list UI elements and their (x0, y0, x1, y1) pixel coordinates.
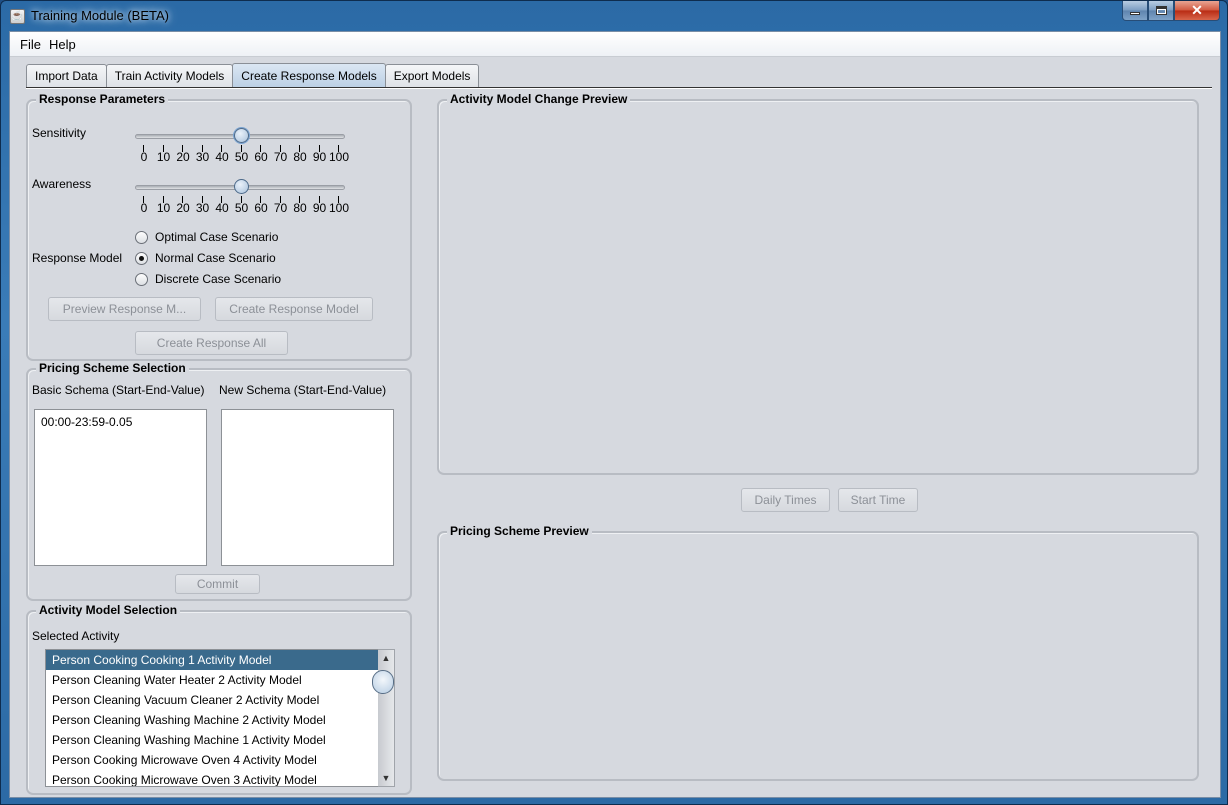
basic-schema-list[interactable]: 00:00-23:59-0.05 (34, 409, 207, 566)
radio-button[interactable] (135, 272, 148, 286)
list-item[interactable]: Person Cleaning Washing Machine 2 Activi… (46, 710, 393, 730)
slider-tick-label: 60 (254, 201, 268, 215)
slider-tick-label: 40 (215, 201, 229, 215)
menu-help[interactable]: Help (49, 37, 76, 52)
slider-tick-label: 0 (140, 150, 148, 164)
list-item[interactable]: Person Cooking Microwave Oven 3 Activity… (46, 770, 393, 786)
radio-button[interactable] (135, 230, 148, 244)
app-window: ☕ Training Module (BETA) ✕ File Help Imp… (0, 0, 1228, 805)
radio-optimal[interactable]: Optimal Case Scenario (135, 230, 278, 244)
tab-divider (26, 87, 1212, 89)
pricing-scheme-title: Pricing Scheme Selection (36, 361, 189, 375)
slider-tick-label: 30 (195, 201, 210, 215)
slider-tick-label: 20 (176, 201, 190, 215)
close-icon: ✕ (1191, 2, 1203, 18)
slider-thumb[interactable] (233, 128, 249, 143)
slider-tick-label: 90 (312, 150, 327, 164)
slider-tick-label: 100 (328, 150, 350, 164)
activity-change-preview-title: Activity Model Change Preview (447, 92, 631, 106)
tab-create-response-models[interactable]: Create Response Models (232, 63, 386, 87)
radio-discrete[interactable]: Discrete Case Scenario (135, 272, 281, 286)
awareness-slider[interactable]: 0 10 20 30 40 50 60 70 80 90 100 (135, 179, 350, 223)
radio-label: Normal Case Scenario (155, 251, 276, 265)
create-response-all-button[interactable]: Create Response All (135, 331, 288, 355)
response-model-label: Response Model (32, 251, 123, 265)
scroll-thumb[interactable] (372, 670, 394, 694)
slider-tick-label: 80 (293, 201, 307, 215)
slider-tick-label: 0 (140, 201, 148, 215)
minimize-button[interactable] (1122, 1, 1148, 21)
java-app-icon: ☕ (10, 9, 25, 24)
activity-model-title: Activity Model Selection (36, 603, 181, 617)
radio-button[interactable] (135, 251, 148, 265)
pricing-scheme-preview-panel: Pricing Scheme Preview (437, 524, 1199, 781)
slider-tick-label: 20 (176, 150, 190, 164)
sensitivity-slider[interactable]: 0 10 20 30 40 50 60 70 80 90 100 (135, 128, 350, 172)
list-item[interactable]: Person Cooking Microwave Oven 4 Activity… (46, 750, 393, 770)
client-area: File Help Import Data Train Activity Mod… (9, 31, 1221, 798)
slider-tick-label: 80 (293, 150, 307, 164)
scroll-down-icon[interactable]: ▼ (378, 771, 394, 785)
radio-label: Discrete Case Scenario (155, 272, 282, 286)
new-schema-label: New Schema (Start-End-Value) (219, 383, 387, 397)
slider-tick-label: 40 (215, 150, 229, 164)
maximize-button[interactable] (1148, 1, 1174, 21)
create-response-model-button[interactable]: Create Response Model (215, 297, 373, 321)
menu-bar: File Help (10, 32, 1220, 57)
close-button[interactable]: ✕ (1174, 1, 1220, 21)
list-item[interactable]: 00:00-23:59-0.05 (35, 410, 206, 434)
tab-bar: Import Data Train Activity Models Create… (26, 63, 480, 88)
tab-train-activity-models[interactable]: Train Activity Models (105, 64, 234, 87)
list-item[interactable]: Person Cleaning Washing Machine 1 Activi… (46, 730, 393, 750)
slider-tick-label: 50 (234, 150, 249, 164)
menu-file[interactable]: File (20, 37, 41, 52)
basic-schema-label: Basic Schema (Start-End-Value) (32, 383, 205, 397)
daily-times-button[interactable]: Daily Times (741, 488, 830, 512)
slider-tick-label: 30 (195, 150, 210, 164)
pricing-scheme-preview-title: Pricing Scheme Preview (447, 524, 592, 538)
slider-tick-label: 60 (254, 150, 268, 164)
list-item[interactable]: Person Cooking Cooking 1 Activity Model (46, 650, 393, 670)
slider-tick-label: 70 (273, 150, 288, 164)
preview-response-model-button[interactable]: Preview Response M... (48, 297, 201, 321)
title-bar: ☕ Training Module (BETA) ✕ (1, 1, 1227, 31)
commit-button[interactable]: Commit (175, 574, 260, 594)
tab-import-data[interactable]: Import Data (26, 64, 107, 87)
maximize-icon (1155, 6, 1167, 15)
slider-tick-label: 70 (273, 201, 288, 215)
radio-normal[interactable]: Normal Case Scenario (135, 251, 276, 265)
tab-export-models[interactable]: Export Models (384, 64, 480, 87)
slider-tick-label: 10 (156, 201, 171, 215)
start-time-button[interactable]: Start Time (838, 488, 918, 512)
activity-list[interactable]: Person Cooking Cooking 1 Activity Model … (45, 649, 394, 787)
activity-list-scrollbar[interactable]: ▲ ▼ (372, 649, 395, 787)
awareness-label: Awareness (32, 177, 92, 191)
selected-activity-label: Selected Activity (32, 629, 120, 643)
slider-thumb[interactable] (233, 179, 249, 194)
sensitivity-label: Sensitivity (32, 126, 87, 140)
slider-tick-label: 50 (234, 201, 249, 215)
minimize-icon (1130, 12, 1140, 15)
slider-tick-label: 90 (312, 201, 327, 215)
response-parameters-title: Response Parameters (36, 92, 169, 106)
slider-tick-label: 100 (328, 201, 350, 215)
window-controls: ✕ (1122, 1, 1220, 21)
list-item[interactable]: Person Cleaning Water Heater 2 Activity … (46, 670, 393, 690)
slider-tick-label: 10 (156, 150, 171, 164)
activity-change-preview-panel: Activity Model Change Preview (437, 92, 1199, 475)
window-title: Training Module (BETA) (31, 8, 169, 23)
list-item[interactable]: Person Cleaning Vacuum Cleaner 2 Activit… (46, 690, 393, 710)
scroll-up-icon[interactable]: ▲ (378, 651, 394, 665)
new-schema-list[interactable] (221, 409, 394, 566)
radio-label: Optimal Case Scenario (155, 230, 279, 244)
